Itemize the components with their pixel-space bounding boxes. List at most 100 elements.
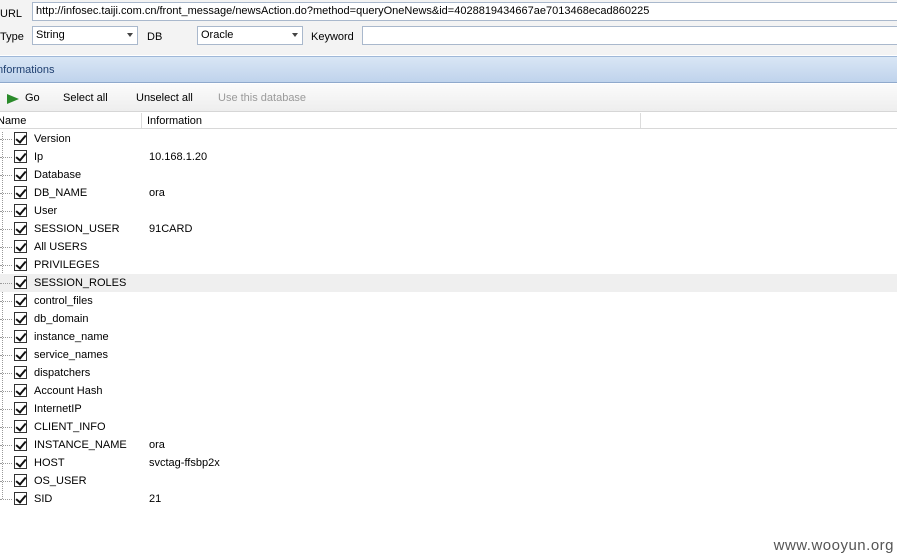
tree-row[interactable]: INSTANCE_NAME ora: [0, 436, 897, 454]
tree-connector: [0, 355, 12, 356]
tree-row[interactable]: CLIENT_INFO: [0, 418, 897, 436]
tree-connector: [0, 139, 12, 140]
row-name: User: [34, 205, 58, 217]
row-checkbox[interactable]: [14, 420, 27, 433]
watermark: www.wooyun.org: [773, 537, 894, 554]
tree-connector: [0, 229, 12, 230]
row-name: HOST: [34, 457, 65, 469]
tree-row[interactable]: SESSION_USER 91CARD: [0, 220, 897, 238]
unselect-all-button[interactable]: Unselect all: [136, 92, 193, 104]
tree-connector: [0, 175, 12, 176]
query-form: URL http://infosec.taiji.com.cn/front_me…: [0, 0, 897, 55]
tree-row[interactable]: SID 21: [0, 490, 897, 508]
tree-row[interactable]: SESSION_ROLES: [0, 274, 897, 292]
tree-connector: [0, 283, 12, 284]
tree-row[interactable]: Account Hash: [0, 382, 897, 400]
row-checkbox[interactable]: [14, 240, 27, 253]
column-header-name[interactable]: Name: [0, 115, 26, 127]
tree-connector: [0, 391, 12, 392]
row-checkbox[interactable]: [14, 294, 27, 307]
row-checkbox[interactable]: [14, 258, 27, 271]
play-icon[interactable]: [7, 94, 19, 104]
row-name: All USERS: [34, 241, 88, 253]
row-name: dispatchers: [34, 367, 91, 379]
select-all-button[interactable]: Select all: [63, 92, 108, 104]
row-checkbox[interactable]: [14, 168, 27, 181]
tree-connector: [0, 265, 12, 266]
tree-connector: [0, 211, 12, 212]
row-checkbox[interactable]: [14, 186, 27, 199]
row-information: 10.168.1.20: [149, 151, 208, 163]
table-header: Name Information: [0, 113, 897, 129]
row-checkbox[interactable]: [14, 204, 27, 217]
tree-connector: [0, 157, 12, 158]
row-checkbox[interactable]: [14, 438, 27, 451]
tree-row[interactable]: DB_NAME ora: [0, 184, 897, 202]
row-name: SID: [34, 493, 53, 505]
tree-connector: [0, 373, 12, 374]
row-checkbox[interactable]: [14, 402, 27, 415]
use-this-database-button[interactable]: Use this database: [218, 92, 306, 104]
row-name: Account Hash: [34, 385, 103, 397]
url-input[interactable]: http://infosec.taiji.com.cn/front_messag…: [32, 2, 897, 21]
go-button[interactable]: Go: [25, 92, 40, 104]
row-checkbox[interactable]: [14, 366, 27, 379]
column-header-information[interactable]: Information: [147, 115, 202, 127]
row-checkbox[interactable]: [14, 492, 27, 505]
tree-row[interactable]: HOST svctag-ffsbp2x: [0, 454, 897, 472]
type-label: Type: [0, 31, 24, 43]
row-name: db_domain: [34, 313, 89, 325]
tree-row[interactable]: InternetIP: [0, 400, 897, 418]
tree-row[interactable]: All USERS: [0, 238, 897, 256]
db-label: DB: [147, 31, 163, 43]
row-checkbox[interactable]: [14, 348, 27, 361]
tree-connector: [0, 193, 12, 194]
tree-connector: [0, 481, 12, 482]
keyword-input[interactable]: [362, 26, 897, 45]
toolbar: Go Select all Unselect all Use this data…: [0, 84, 897, 112]
column-divider[interactable]: [640, 113, 641, 128]
tree-connector: [0, 319, 12, 320]
tree-row[interactable]: PRIVILEGES: [0, 256, 897, 274]
row-name: CLIENT_INFO: [34, 421, 106, 433]
tree-row[interactable]: dispatchers: [0, 364, 897, 382]
tree-connector: [0, 499, 12, 500]
row-checkbox[interactable]: [14, 222, 27, 235]
tree-connector: [0, 463, 12, 464]
tree-connector: [0, 301, 12, 302]
column-divider[interactable]: [141, 113, 142, 128]
row-name: Version: [34, 133, 71, 145]
db-select-value: Oracle: [201, 29, 234, 41]
tree-row[interactable]: User: [0, 202, 897, 220]
row-name: SESSION_ROLES: [34, 277, 127, 289]
type-select[interactable]: String: [32, 26, 138, 45]
url-label: URL: [0, 8, 23, 20]
row-checkbox[interactable]: [14, 384, 27, 397]
keyword-label: Keyword: [311, 31, 354, 43]
tree-row[interactable]: Database: [0, 166, 897, 184]
row-name: instance_name: [34, 331, 109, 343]
db-select[interactable]: Oracle: [197, 26, 303, 45]
row-checkbox[interactable]: [14, 150, 27, 163]
row-information: ora: [149, 187, 165, 199]
tree-row[interactable]: instance_name: [0, 328, 897, 346]
tree-row[interactable]: OS_USER: [0, 472, 897, 490]
tree-row[interactable]: Version: [0, 130, 897, 148]
tree-row[interactable]: service_names: [0, 346, 897, 364]
row-name: PRIVILEGES: [34, 259, 100, 271]
section-title: Informations: [0, 64, 55, 76]
tree-row[interactable]: db_domain: [0, 310, 897, 328]
row-name: Database: [34, 169, 82, 181]
tree-row[interactable]: Ip 10.168.1.20: [0, 148, 897, 166]
tree-connector: [0, 247, 12, 248]
tree-connector: [0, 427, 12, 428]
row-checkbox[interactable]: [14, 132, 27, 145]
row-checkbox[interactable]: [14, 456, 27, 469]
row-checkbox[interactable]: [14, 276, 27, 289]
chevron-down-icon: [292, 33, 298, 37]
row-checkbox[interactable]: [14, 330, 27, 343]
row-checkbox[interactable]: [14, 474, 27, 487]
row-name: OS_USER: [34, 475, 87, 487]
tree-row[interactable]: control_files: [0, 292, 897, 310]
row-checkbox[interactable]: [14, 312, 27, 325]
